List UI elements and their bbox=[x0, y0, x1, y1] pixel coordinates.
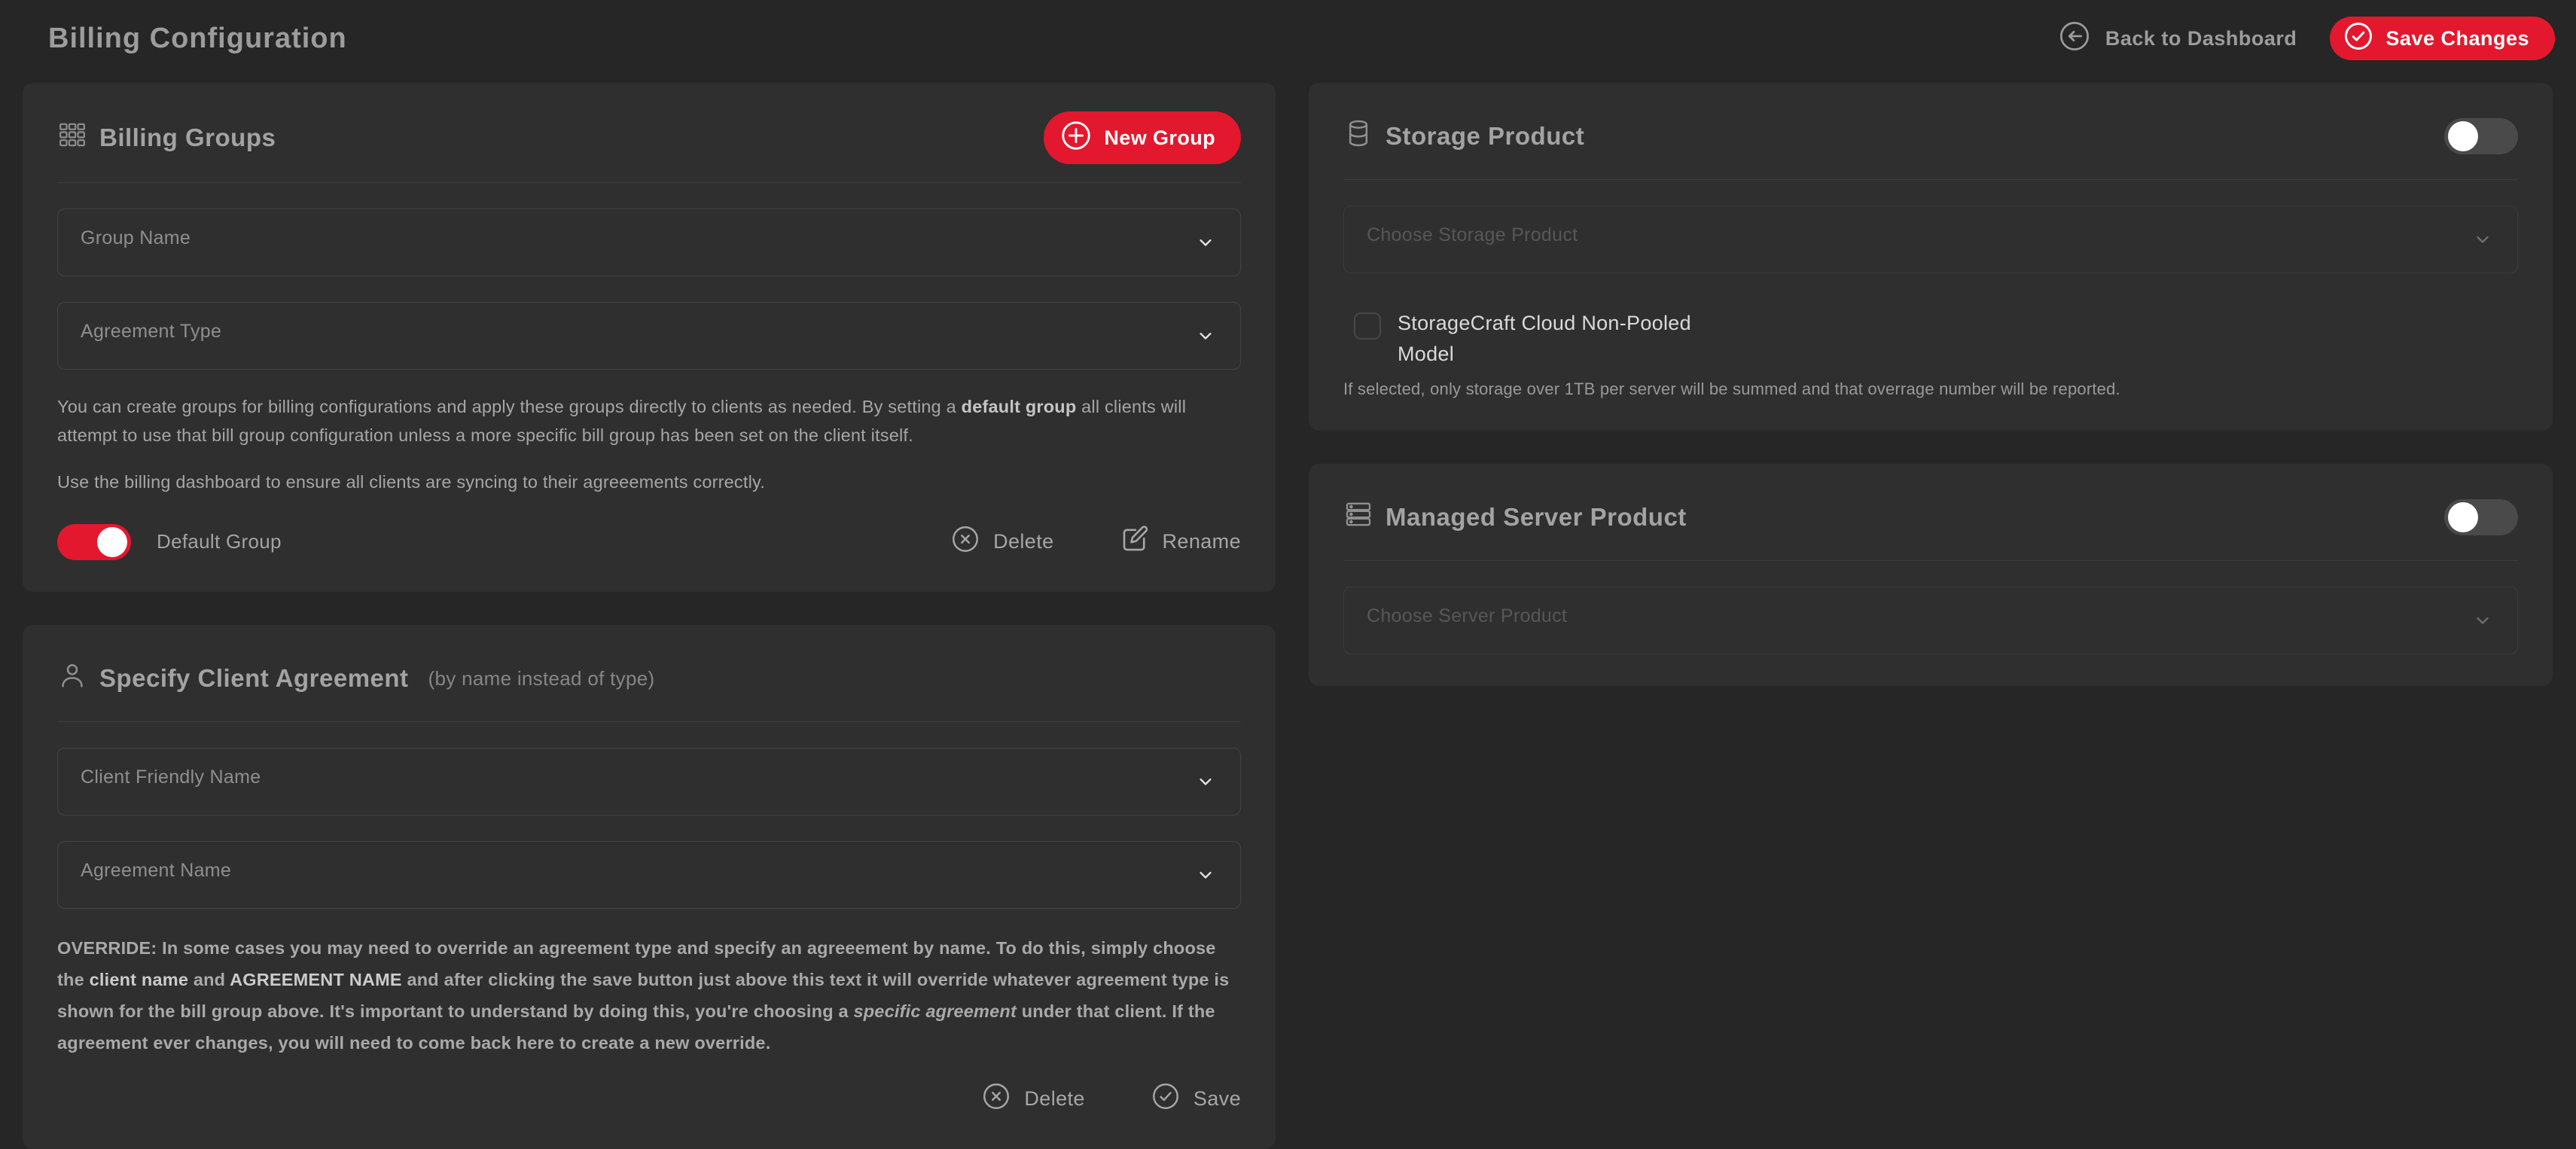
topbar-actions: Back to Dashboard Save Changes bbox=[2057, 17, 2555, 60]
managed-server-header: Managed Server Product bbox=[1343, 492, 2518, 542]
toggle-knob bbox=[97, 527, 127, 557]
storage-product-title-text: Storage Product bbox=[1386, 122, 1584, 151]
billing-groups-title-text: Billing Groups bbox=[99, 123, 276, 152]
client-agreement-subtitle: (by name instead of type) bbox=[428, 667, 655, 690]
plus-circle-icon bbox=[1059, 118, 1093, 158]
arrow-left-circle-icon bbox=[2057, 19, 2092, 59]
delete-group-label: Delete bbox=[993, 530, 1053, 553]
right-column: Storage Product Choose Storage Product S… bbox=[1309, 83, 2553, 686]
specify-client-agreement-card: Specify Client Agreement (by name instea… bbox=[23, 625, 1276, 1148]
billing-groups-card: Billing Groups New Group Group Name Agre… bbox=[23, 83, 1276, 592]
left-column: Billing Groups New Group Group Name Agre… bbox=[23, 83, 1276, 1149]
client-agreement-actions: Delete Save bbox=[57, 1080, 1241, 1117]
agreement-type-select[interactable]: Agreement Type bbox=[57, 302, 1241, 370]
choose-storage-product-label: Choose Storage Product bbox=[1367, 224, 1578, 245]
billing-groups-actions: Delete Rename bbox=[950, 523, 1241, 560]
storage-product-toggle[interactable] bbox=[2444, 118, 2518, 154]
storage-product-card: Storage Product Choose Storage Product S… bbox=[1309, 83, 2553, 431]
default-group-label: Default Group bbox=[157, 530, 282, 553]
default-group-toggle[interactable] bbox=[57, 524, 131, 560]
override-description: OVERRIDE: In some cases you may need to … bbox=[57, 933, 1241, 1059]
billing-groups-title: Billing Groups bbox=[57, 120, 276, 156]
back-to-dashboard-button[interactable]: Back to Dashboard bbox=[2057, 19, 2297, 59]
storage-product-header: Storage Product bbox=[1343, 111, 2518, 161]
save-override-button[interactable]: Save bbox=[1150, 1080, 1241, 1117]
x-circle-icon bbox=[980, 1080, 1012, 1117]
database-icon bbox=[1343, 118, 1373, 154]
chevron-down-icon bbox=[1195, 325, 1216, 346]
managed-server-title-text: Managed Server Product bbox=[1386, 503, 1687, 532]
person-icon bbox=[57, 660, 87, 696]
override-italic: specific agreement bbox=[853, 1001, 1017, 1021]
chevron-down-icon bbox=[1195, 771, 1216, 792]
x-circle-icon bbox=[950, 523, 981, 560]
rename-group-label: Rename bbox=[1163, 530, 1241, 553]
topbar: Billing Configuration Back to Dashboard … bbox=[0, 0, 2576, 69]
description-bold: default group bbox=[962, 397, 1077, 416]
default-group-toggle-row: Default Group bbox=[57, 524, 282, 560]
choose-server-product-select[interactable]: Choose Server Product bbox=[1343, 587, 2518, 654]
pencil-square-icon bbox=[1119, 523, 1151, 560]
override-bold-agreement-name: AGREEMENT NAME bbox=[230, 970, 402, 989]
divider bbox=[57, 721, 1241, 722]
chevron-down-icon bbox=[1195, 864, 1216, 885]
non-pooled-model-label[interactable]: StorageCraft Cloud Non-Pooled Model bbox=[1398, 308, 1714, 369]
toggle-knob bbox=[2448, 121, 2478, 151]
save-override-label: Save bbox=[1193, 1087, 1241, 1111]
override-bold-client-name: client name bbox=[90, 970, 189, 989]
divider bbox=[1343, 179, 2518, 180]
client-agreement-title: Specify Client Agreement (by name instea… bbox=[57, 660, 654, 696]
managed-server-toggle[interactable] bbox=[2444, 499, 2518, 535]
chevron-down-icon bbox=[2472, 610, 2493, 631]
group-name-select-label: Group Name bbox=[81, 227, 191, 248]
storage-product-title: Storage Product bbox=[1343, 118, 1584, 154]
save-changes-button[interactable]: Save Changes bbox=[2330, 17, 2555, 60]
agreement-name-select[interactable]: Agreement Name bbox=[57, 841, 1241, 909]
divider bbox=[1343, 560, 2518, 561]
delete-override-button[interactable]: Delete bbox=[980, 1080, 1084, 1117]
billing-groups-header: Billing Groups New Group bbox=[57, 111, 1241, 164]
choose-server-product-label: Choose Server Product bbox=[1367, 605, 1567, 626]
client-friendly-name-select[interactable]: Client Friendly Name bbox=[57, 748, 1241, 815]
choose-storage-product-select[interactable]: Choose Storage Product bbox=[1343, 206, 2518, 273]
non-pooled-model-row: StorageCraft Cloud Non-Pooled Model bbox=[1354, 308, 2518, 369]
grid-icon bbox=[57, 120, 87, 156]
rename-group-button[interactable]: Rename bbox=[1119, 523, 1241, 560]
toggle-knob bbox=[2448, 502, 2478, 532]
billing-groups-description: You can create groups for billing config… bbox=[57, 392, 1241, 450]
group-name-select[interactable]: Group Name bbox=[57, 209, 1241, 276]
delete-group-button[interactable]: Delete bbox=[950, 523, 1053, 560]
new-group-button[interactable]: New Group bbox=[1044, 111, 1241, 164]
check-circle-icon bbox=[2342, 20, 2375, 58]
billing-groups-footer: Default Group Delete Rename bbox=[57, 523, 1241, 560]
chevron-down-icon bbox=[1195, 232, 1216, 253]
back-to-dashboard-label: Back to Dashboard bbox=[2105, 27, 2297, 50]
billing-groups-note: Use the billing dashboard to ensure all … bbox=[57, 468, 1241, 496]
client-friendly-name-label: Client Friendly Name bbox=[81, 767, 261, 788]
description-part-1: You can create groups for billing config… bbox=[57, 397, 962, 416]
managed-server-product-card: Managed Server Product Choose Server Pro… bbox=[1309, 464, 2553, 686]
server-icon bbox=[1343, 499, 1373, 535]
override-part-2: and bbox=[188, 970, 230, 989]
chevron-down-icon bbox=[2472, 229, 2493, 250]
check-circle-icon bbox=[1150, 1080, 1181, 1117]
client-agreement-title-text: Specify Client Agreement bbox=[99, 664, 409, 693]
new-group-label: New Group bbox=[1104, 126, 1215, 150]
non-pooled-model-description: If selected, only storage over 1TB per s… bbox=[1343, 379, 2518, 399]
divider bbox=[57, 182, 1241, 183]
page-title: Billing Configuration bbox=[48, 23, 347, 55]
agreement-type-select-label: Agreement Type bbox=[81, 321, 221, 342]
delete-override-label: Delete bbox=[1024, 1087, 1084, 1111]
agreement-name-label: Agreement Name bbox=[81, 860, 231, 881]
save-changes-label: Save Changes bbox=[2385, 27, 2529, 50]
main-content: Billing Groups New Group Group Name Agre… bbox=[23, 83, 2576, 1149]
client-agreement-header: Specify Client Agreement (by name instea… bbox=[57, 654, 1241, 703]
non-pooled-model-checkbox[interactable] bbox=[1354, 312, 1381, 340]
managed-server-title: Managed Server Product bbox=[1343, 499, 1687, 535]
